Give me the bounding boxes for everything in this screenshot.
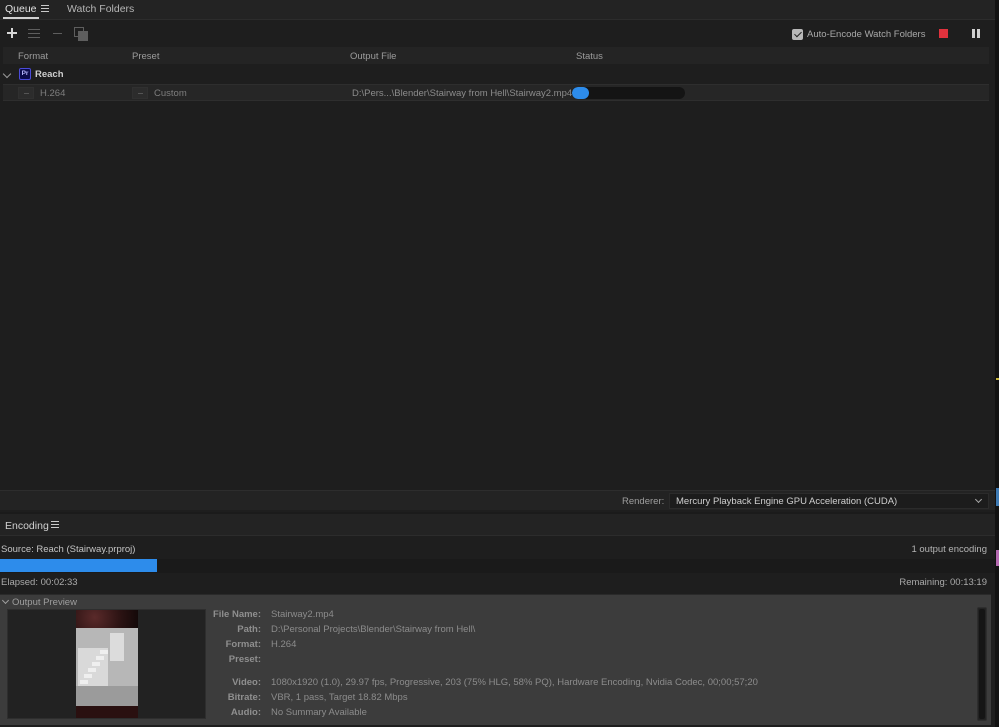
detail-label: Bitrate:: [227, 692, 261, 703]
queue-empty-area: [3, 101, 989, 488]
detail-format: Format: H.264: [214, 639, 974, 653]
detail-label: Path:: [237, 624, 261, 635]
encoding-panel-menu-icon[interactable]: [51, 521, 59, 529]
detail-value: No Summary Available: [271, 707, 367, 718]
right-edge-divider: [995, 0, 999, 727]
encoding-panel: Encoding Source: Reach (Stairway.prproj)…: [0, 514, 995, 727]
output-preview-title: Output Preview: [12, 596, 77, 608]
queue-group-row[interactable]: Pr Reach: [2, 66, 989, 84]
pause-queue-button[interactable]: [972, 29, 980, 38]
stop-queue-button[interactable]: [939, 29, 948, 38]
scrollbar-thumb[interactable]: [979, 609, 985, 719]
detail-value: Stairway2.mp4: [271, 609, 334, 620]
detail-value: D:\Personal Projects\Blender\Stairway fr…: [271, 624, 476, 635]
detail-file-name: File Name: Stairway2.mp4: [213, 609, 974, 623]
encoding-progress-fill: [0, 559, 158, 572]
detail-video: Video: 1080x1920 (1.0), 29.97 fps, Progr…: [214, 677, 974, 691]
column-output-file[interactable]: Output File: [350, 51, 396, 62]
remaining-time: Remaining: 00:13:19: [899, 577, 987, 588]
export-settings-icon[interactable]: [27, 26, 41, 40]
auto-encode-toggle[interactable]: Auto-Encode Watch Folders: [792, 28, 925, 40]
tab-queue[interactable]: Queue: [3, 3, 39, 19]
chevron-down-icon[interactable]: [1, 596, 10, 605]
item-status-progress: [572, 87, 685, 99]
tab-encoding[interactable]: Encoding: [5, 520, 49, 532]
column-preset[interactable]: Preset: [132, 51, 159, 62]
encoding-source: Source: Reach (Stairway.prproj): [1, 544, 136, 555]
renderer-label: Renderer:: [622, 496, 665, 507]
item-status-progress-fill: [572, 87, 589, 99]
chevron-down-icon: [974, 495, 983, 504]
encoding-progress-bar: [0, 559, 995, 573]
add-source-icon[interactable]: [5, 26, 19, 40]
detail-value: 1080x1920 (1.0), 29.97 fps, Progressive,…: [271, 677, 758, 688]
detail-preset: Preset:: [214, 654, 974, 668]
premiere-pro-icon: Pr: [19, 68, 31, 80]
queue-tabbar: Queue Watch Folders: [0, 0, 995, 20]
detail-label: Audio:: [230, 707, 261, 718]
output-preview-section: Output Preview File Name: Stairway2.mp4 …: [0, 594, 991, 725]
detail-label: Preset:: [228, 654, 261, 665]
queue-item-row[interactable]: H.264 Custom D:\Pers...\Blender\Stairway…: [3, 84, 989, 101]
tab-watch-folders[interactable]: Watch Folders: [67, 3, 134, 19]
auto-encode-checkbox[interactable]: [792, 28, 803, 40]
detail-label: Format:: [225, 639, 261, 650]
detail-value: VBR, 1 pass, Target 18.82 Mbps: [271, 692, 408, 703]
remove-item-icon[interactable]: [51, 26, 65, 40]
detail-label: Video:: [232, 677, 261, 688]
output-preview-toggle[interactable]: Output Preview: [0, 596, 77, 608]
output-preview-frame: [7, 609, 206, 719]
elapsed-time: Elapsed: 00:02:33: [1, 577, 78, 588]
queue-toolbar: Auto-Encode Watch Folders: [0, 22, 995, 46]
queue-column-header: Format Preset Output File Status: [3, 47, 989, 64]
renderer-dropdown[interactable]: Mercury Playback Engine GPU Acceleration…: [669, 493, 989, 509]
encoding-tabbar: Encoding: [0, 514, 995, 536]
detail-path: Path: D:\Personal Projects\Blender\Stair…: [214, 624, 974, 638]
renderer-value: Mercury Playback Engine GPU Acceleration…: [676, 496, 898, 507]
duplicate-item-icon[interactable]: [73, 26, 88, 41]
detail-bitrate: Bitrate: VBR, 1 pass, Target 18.82 Mbps: [214, 692, 974, 706]
group-name: Reach: [35, 69, 64, 80]
preset-dropdown-icon[interactable]: [132, 87, 148, 99]
auto-encode-label: Auto-Encode Watch Folders: [807, 28, 926, 40]
output-preview-scrollbar[interactable]: [977, 607, 987, 721]
group-collapse-chevron-icon[interactable]: [2, 69, 12, 79]
column-format[interactable]: Format: [18, 51, 48, 62]
format-dropdown-icon[interactable]: [18, 87, 34, 99]
column-status[interactable]: Status: [576, 51, 603, 62]
queue-panel: Queue Watch Folders Auto-Encode Watch Fo…: [0, 0, 995, 512]
renderer-bar: Renderer: Mercury Playback Engine GPU Ac…: [0, 490, 995, 510]
item-preset[interactable]: Custom: [154, 88, 187, 99]
output-encoding-count: 1 output encoding: [911, 544, 987, 555]
detail-label: File Name:: [212, 609, 261, 620]
queue-panel-menu-icon[interactable]: [41, 5, 49, 13]
detail-audio: Audio: No Summary Available: [214, 707, 974, 721]
item-output-file[interactable]: D:\Pers...\Blender\Stairway from Hell\St…: [352, 88, 572, 99]
item-format[interactable]: H.264: [40, 88, 65, 99]
detail-value: H.264: [271, 639, 297, 650]
preview-thumbnail: [76, 610, 138, 718]
